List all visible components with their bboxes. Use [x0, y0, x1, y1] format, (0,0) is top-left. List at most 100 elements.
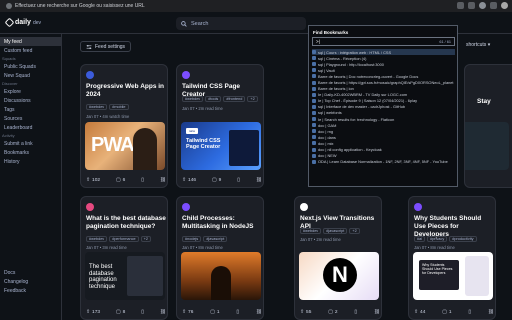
post-card[interactable]: Why Students Should Use Pieces for Devel… [408, 196, 496, 320]
link-icon[interactable]: ⛓ [160, 178, 166, 183]
bookmark-icon[interactable]: ▯ [354, 310, 357, 315]
sidebar-item-new-squad[interactable]: New Squad [0, 71, 61, 80]
link-icon[interactable]: ⛓ [256, 310, 262, 315]
tag[interactable]: #nodejs [182, 236, 202, 242]
extension-icon[interactable] [468, 2, 475, 9]
sidebar-item-sources[interactable]: Sources [0, 114, 61, 123]
post-thumbnail: PWA [85, 122, 165, 170]
comment-icon: ▢ [212, 178, 217, 183]
tag[interactable]: #webdev [300, 228, 322, 234]
bookmark-icon[interactable]: ▯ [141, 310, 144, 315]
tag[interactable]: #privacy [427, 236, 448, 242]
comment-button[interactable]: ▢ 1 [210, 310, 219, 315]
sidebar-item-public-squads[interactable]: Public Squads [0, 62, 61, 71]
post-tags: #webdev #tools #frontend +2 [182, 96, 258, 102]
upvote-icon: ⇧ [182, 178, 187, 183]
tag[interactable]: #javascript [203, 236, 228, 242]
comment-button[interactable]: ▢ 9 [212, 178, 221, 183]
tag[interactable]: #productivity [449, 236, 477, 242]
bookmark-icon[interactable]: ▯ [141, 178, 144, 183]
post-meta: Jan 07 • 4m watch time [86, 114, 130, 119]
address-bar[interactable]: Effectuez une recherche sur Google ou sa… [6, 3, 145, 9]
bookmark-result-label: doc | dans [318, 134, 336, 140]
extensions-area [457, 2, 508, 9]
tag[interactable]: #frontend [223, 96, 246, 102]
sidebar-item-custom-feed[interactable]: Custom feed [0, 46, 61, 55]
tag[interactable]: #mobile [109, 104, 129, 110]
bookmark-result-item[interactable]: ODA | Learn Database Normalization - 1NF… [312, 159, 455, 165]
comment-button[interactable]: ▢ 6 [116, 178, 125, 183]
link-icon[interactable]: ⛓ [256, 178, 262, 183]
tag[interactable]: #ai [414, 236, 426, 242]
upvote-button[interactable]: ⇧ 55 [300, 310, 311, 315]
sidebar-item-feedback[interactable]: Feedback [0, 286, 61, 295]
comment-button[interactable]: ▢ 8 [116, 310, 125, 315]
feed-settings-button[interactable]: Feed settings [80, 41, 132, 52]
comment-button[interactable]: ▢ 1 [442, 310, 451, 315]
link-icon[interactable]: ⛓ [488, 310, 494, 315]
sidebar-item-tags[interactable]: Tags [0, 105, 61, 114]
post-card[interactable]: What is the best database pagination tec… [80, 196, 168, 320]
bookmark-icon[interactable]: ▯ [236, 310, 239, 315]
sidebar-item-docs[interactable]: Docs [0, 268, 61, 277]
upvote-button[interactable]: ⇧ 146 [182, 178, 196, 183]
sidebar-item-changelog[interactable]: Changelog [0, 277, 61, 286]
post-actions: ⇧ 146 ▢ 9 ▯ ⛓ [182, 178, 262, 183]
post-card-partial[interactable]: Stay [464, 64, 512, 188]
extension-icon[interactable] [457, 2, 464, 9]
post-thumbnail [465, 122, 509, 170]
post-card[interactable]: Next.js View Transitions API #webdev #ja… [294, 196, 382, 320]
sidebar-item-submit-link[interactable]: Submit a link [0, 139, 61, 148]
profile-avatar[interactable] [501, 2, 508, 9]
comment-icon: ▢ [442, 310, 447, 315]
tag[interactable]: +2 [247, 96, 258, 102]
puzzle-icon[interactable] [490, 2, 497, 9]
post-title: Stay [477, 98, 491, 105]
post-meta: Jan 07 • 2m read time [300, 237, 341, 242]
tag[interactable]: #webdev [86, 236, 108, 242]
tag[interactable]: +2 [140, 236, 151, 242]
upvote-button[interactable]: ⇧ 44 [414, 310, 425, 315]
tag[interactable]: #performance [109, 236, 139, 242]
shortcuts-button[interactable]: shortcuts ▾ [466, 42, 490, 48]
sidebar-item-explore[interactable]: Explore [0, 87, 61, 96]
favicon-icon [312, 80, 316, 85]
sidebar-item-leaderboard[interactable]: Leaderboard [0, 123, 61, 132]
bookmark-icon[interactable]: ▯ [237, 178, 240, 183]
tag[interactable]: #webdev [182, 96, 204, 102]
post-card[interactable]: Progressive Web Apps in 2024 #webdev #mo… [80, 64, 168, 188]
post-card[interactable]: Tailwind CSS Page Creator #webdev #tools… [176, 64, 264, 188]
comment-button[interactable]: ▢ 2 [328, 310, 337, 315]
bookmark-result-label: Ie | Top Chef - Épisode 9 | Saison 12 (0… [318, 98, 418, 104]
bookmark-icon[interactable]: ▯ [468, 310, 471, 315]
post-meta: Jan 07 • 2m read time [182, 106, 223, 111]
tag[interactable]: #tools [205, 96, 222, 102]
upvote-button[interactable]: ⇧ 173 [86, 310, 100, 315]
search-bar[interactable]: Search [176, 17, 306, 30]
favicon-icon [312, 110, 316, 115]
link-icon[interactable]: ⛓ [160, 310, 166, 315]
link-icon[interactable]: ⛓ [374, 310, 380, 315]
bookmark-result-item[interactable]: Barre de favoris | https://gpt.sos.fr/mo… [312, 79, 455, 85]
upvote-button[interactable]: ⇧ 76 [182, 310, 193, 315]
sidebar-item-bookmarks[interactable]: Bookmarks [0, 148, 61, 157]
upvote-icon: ⇧ [86, 310, 91, 315]
daily-logo[interactable]: daily dev [4, 17, 41, 28]
tag[interactable]: +2 [349, 228, 360, 234]
favicon-icon [312, 141, 316, 146]
thumbnail-text: Why Students Should Use Pieces for Devel… [419, 260, 459, 290]
tag[interactable]: #webdev [86, 104, 108, 110]
upvote-button[interactable]: ⇧ 102 [86, 178, 100, 183]
sidebar-item-my-feed[interactable]: My feed [0, 37, 61, 46]
tag[interactable]: #javascript [323, 228, 348, 234]
bookmark-result-label: Barre de favoris | https://gpt.sos.fr/mo… [318, 80, 454, 86]
popup-title: Find Bookmarks [313, 30, 349, 35]
bookmark-search-input[interactable]: >| 61 / 61 [312, 37, 455, 46]
bookmark-search-extension-icon[interactable] [479, 2, 486, 9]
source-avatar [86, 203, 94, 211]
tailwind-badge: tailw [186, 128, 198, 134]
post-card[interactable]: Child Processes: Multitasking in NodeJS … [176, 196, 264, 320]
sidebar-item-history[interactable]: History [0, 157, 61, 166]
post-thumbnail: Why Students Should Use Pieces for Devel… [413, 252, 493, 300]
sidebar-item-discussions[interactable]: Discussions [0, 96, 61, 105]
